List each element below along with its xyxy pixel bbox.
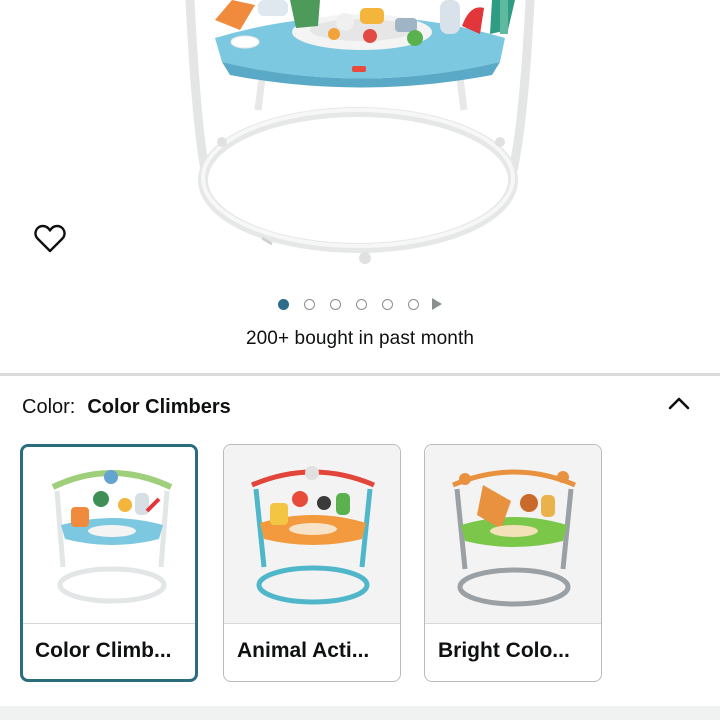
section-divider xyxy=(0,373,720,376)
carousel-dot-1[interactable] xyxy=(278,298,289,310)
collapse-variation-button[interactable] xyxy=(662,386,696,420)
carousel-dot-4[interactable] xyxy=(356,298,367,310)
play-icon[interactable] xyxy=(432,298,442,310)
variation-option-name: Color Climb... xyxy=(35,639,172,662)
carousel-dot-6[interactable] xyxy=(408,298,419,310)
variation-thumbnail xyxy=(425,445,601,623)
variation-header: Color: Color Climbers xyxy=(22,396,231,419)
variation-selected-value: Color Climbers xyxy=(87,396,231,418)
card-divider xyxy=(23,623,195,624)
variation-option-bright-colors[interactable]: Bright Colo... xyxy=(424,444,602,682)
variation-option-name: Bright Colo... xyxy=(438,639,570,662)
variation-thumbnail xyxy=(23,447,195,625)
heart-icon xyxy=(34,224,66,253)
variation-option-color-climbers[interactable]: Color Climb... xyxy=(20,444,198,682)
variation-label: Color: xyxy=(22,396,76,418)
social-proof-text: 200+ bought in past month xyxy=(245,328,475,349)
variation-thumbnail xyxy=(224,445,400,623)
bottom-strip xyxy=(0,706,720,720)
chevron-up-icon xyxy=(668,397,690,410)
carousel-dot-5[interactable] xyxy=(382,298,393,310)
card-divider xyxy=(224,623,400,624)
variation-option-animal-activity[interactable]: Animal Acti... xyxy=(223,444,401,682)
carousel-dot-3[interactable] xyxy=(330,298,341,310)
product-image-carousel[interactable] xyxy=(0,0,720,290)
carousel-dot-2[interactable] xyxy=(304,298,315,310)
card-divider xyxy=(425,623,601,624)
product-image xyxy=(185,0,535,264)
wishlist-button[interactable] xyxy=(34,224,70,260)
carousel-pagination xyxy=(0,296,720,312)
variation-option-name: Animal Acti... xyxy=(237,639,370,662)
